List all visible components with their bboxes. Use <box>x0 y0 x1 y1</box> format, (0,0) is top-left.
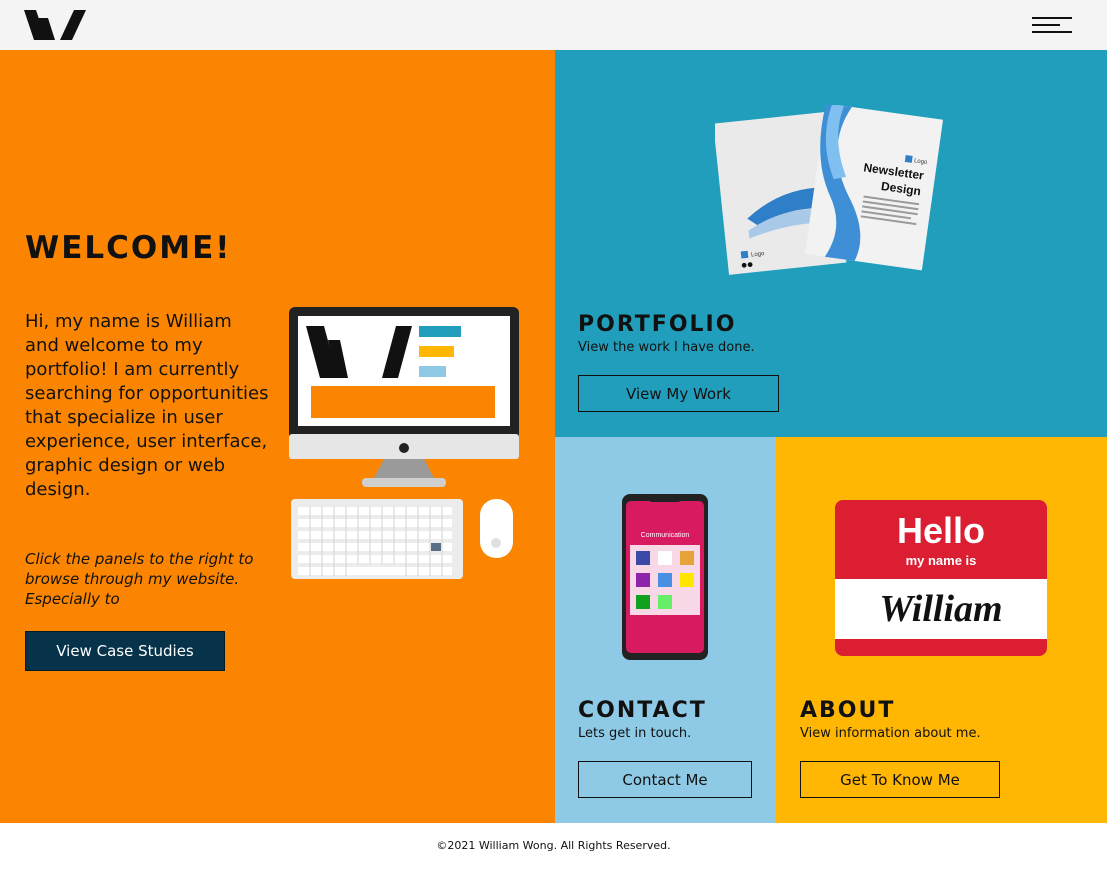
smartphone-icon: Communication <box>622 494 708 660</box>
site-header <box>0 0 1107 50</box>
welcome-panel: WELCOME! Hi, my name is William and welc… <box>0 50 555 823</box>
newsletter-design-icon: Logo Logo Newsletter Design <box>715 105 944 275</box>
desktop-computer-icon <box>289 307 519 579</box>
svg-text:Hello: Hello <box>897 510 985 551</box>
view-my-work-button[interactable]: View My Work <box>578 375 779 412</box>
svg-text:Communication: Communication <box>641 532 690 539</box>
welcome-title: WELCOME! <box>25 230 232 266</box>
copyright-text: ©2021 William Wong. All Rights Reserved. <box>436 839 671 852</box>
name-tag-icon: Hello my name is William <box>835 500 1047 656</box>
view-case-studies-button[interactable]: View Case Studies <box>25 631 225 671</box>
portfolio-title: PORTFOLIO <box>578 312 737 337</box>
hamburger-menu-icon[interactable] <box>1030 14 1074 36</box>
contact-subtitle: Lets get in touch. <box>578 726 692 741</box>
contact-me-button[interactable]: Contact Me <box>578 761 752 798</box>
w-logo-icon[interactable] <box>24 10 86 40</box>
portfolio-panel[interactable]: Logo Logo Newsletter Design PORTFOLIO Vi… <box>555 50 1107 437</box>
about-panel[interactable]: Hello my name is William ABOUT View info… <box>776 437 1107 823</box>
about-subtitle: View information about me. <box>800 726 981 741</box>
about-title: ABOUT <box>800 698 896 723</box>
contact-title: CONTACT <box>578 698 707 723</box>
svg-text:my name is: my name is <box>906 553 977 568</box>
get-to-know-me-button[interactable]: Get To Know Me <box>800 761 1000 798</box>
contact-panel[interactable]: Communication CONTACT Lets get in touch.… <box>555 437 776 823</box>
welcome-intro: Hi, my name is William and welcome to my… <box>25 311 269 500</box>
portfolio-subtitle: View the work I have done. <box>578 340 755 355</box>
welcome-note: Click the panels to the right to browse … <box>25 550 254 608</box>
site-footer: ©2021 William Wong. All Rights Reserved. <box>0 823 1107 873</box>
svg-text:William: William <box>879 588 1002 630</box>
